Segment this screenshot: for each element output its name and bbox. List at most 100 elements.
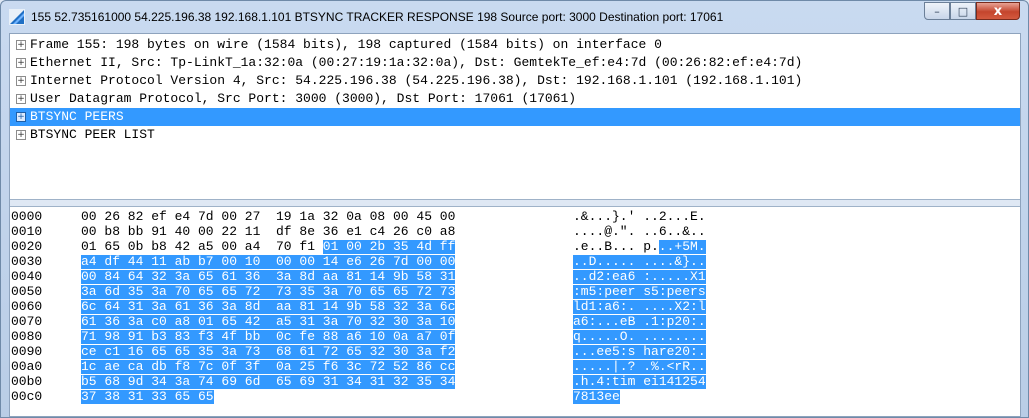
hex-byte[interactable]: 6d <box>244 375 276 389</box>
hex-byte[interactable]: 35 <box>127 285 152 299</box>
hex-byte[interactable]: 8d <box>244 300 276 314</box>
hex-byte[interactable]: f8 <box>174 360 198 374</box>
hex-byte[interactable]: 69 <box>221 375 245 389</box>
hex-byte[interactable]: c0 <box>151 315 175 329</box>
hex-byte[interactable]: 58 <box>369 300 393 314</box>
hex-byte[interactable]: 31 <box>127 300 152 314</box>
hex-byte[interactable]: 00 <box>81 225 97 239</box>
hex-byte[interactable]: 86 <box>416 360 440 374</box>
hex-byte[interactable]: c0 <box>416 225 432 239</box>
hex-byte[interactable]: 3a <box>151 285 175 299</box>
hex-byte[interactable]: 61 <box>81 315 105 329</box>
hex-byte[interactable]: e1 <box>346 225 362 239</box>
hex-byte[interactable]: 68 <box>104 375 128 389</box>
hex-byte[interactable]: 31 <box>299 315 323 329</box>
hex-byte[interactable]: ab <box>174 255 198 269</box>
expand-plus-icon[interactable]: + <box>16 76 26 86</box>
hex-byte[interactable]: b8 <box>151 240 167 254</box>
hex-byte[interactable]: a4 <box>245 240 261 254</box>
hex-byte[interactable]: 40 <box>175 225 191 239</box>
hex-byte[interactable]: 65 <box>393 285 417 299</box>
hex-byte[interactable]: 08 <box>370 210 386 224</box>
hex-byte[interactable]: 34 <box>346 375 370 389</box>
hex-byte[interactable]: 61 <box>299 345 323 359</box>
hex-byte[interactable]: 00 <box>393 210 409 224</box>
hex-byte[interactable]: 68 <box>276 345 300 359</box>
hex-byte[interactable]: 10 <box>369 330 393 344</box>
hex-byte[interactable]: 65 <box>221 285 245 299</box>
hex-byte[interactable]: cc <box>439 360 455 374</box>
hex-byte[interactable]: a8 <box>440 225 456 239</box>
hex-byte[interactable]: 00 <box>276 255 300 269</box>
hex-byte[interactable]: 9b <box>393 270 417 284</box>
hex-byte[interactable]: b3 <box>151 330 175 344</box>
hex-byte[interactable]: a4 <box>81 255 105 269</box>
hex-byte[interactable]: 84 <box>104 270 128 284</box>
hex-byte[interactable]: 65 <box>174 390 198 404</box>
hex-byte[interactable]: 30 <box>393 345 417 359</box>
hex-byte[interactable]: 00 <box>81 270 105 284</box>
tree-item[interactable]: + BTSYNC PEER LIST <box>10 126 1020 144</box>
hex-byte[interactable]: 9d <box>127 375 152 389</box>
hex-byte[interactable]: 27 <box>245 210 261 224</box>
pane-splitter[interactable] <box>10 199 1020 207</box>
hex-byte[interactable]: 3a <box>221 345 245 359</box>
hex-byte[interactable]: 52 <box>393 360 417 374</box>
hex-byte[interactable]: 0a <box>393 330 417 344</box>
hex-byte[interactable]: 30 <box>393 315 417 329</box>
hex-byte[interactable]: 58 <box>416 270 440 284</box>
hex-byte[interactable]: b8 <box>104 225 120 239</box>
hex-byte[interactable]: 26 <box>369 255 393 269</box>
hex-byte[interactable]: 42 <box>244 315 276 329</box>
hex-byte[interactable]: 82 <box>128 210 144 224</box>
hex-byte[interactable]: 26 <box>393 225 409 239</box>
hex-byte[interactable]: 2b <box>369 240 393 254</box>
expand-plus-icon[interactable]: + <box>16 40 26 50</box>
hex-byte[interactable]: ce <box>81 345 105 359</box>
hex-byte[interactable]: aa <box>276 300 300 314</box>
hex-byte[interactable]: 32 <box>151 270 175 284</box>
hex-byte[interactable]: 91 <box>151 225 167 239</box>
expand-plus-icon[interactable]: + <box>16 94 26 104</box>
hex-byte[interactable]: 0c <box>276 330 300 344</box>
hex-byte[interactable]: 70 <box>346 285 370 299</box>
hex-byte[interactable]: 31 <box>439 270 455 284</box>
hex-byte[interactable]: 9b <box>346 300 370 314</box>
hex-byte[interactable]: 36 <box>244 270 276 284</box>
hex-byte[interactable]: 32 <box>369 315 393 329</box>
hex-byte[interactable]: f1 <box>299 240 315 254</box>
packet-details-tree[interactable]: + Frame 155: 198 bytes on wire (1584 bits… <box>10 34 1020 199</box>
hex-byte[interactable]: 65 <box>198 270 222 284</box>
hex-byte[interactable]: 65 <box>104 240 120 254</box>
hex-byte[interactable]: 8e <box>299 225 315 239</box>
hex-byte[interactable]: 3a <box>221 300 245 314</box>
expand-plus-icon[interactable]: + <box>16 112 26 122</box>
hex-byte[interactable]: 35 <box>198 345 222 359</box>
hex-byte[interactable]: 3a <box>174 270 198 284</box>
hex-byte[interactable]: 1c <box>81 360 105 374</box>
hex-byte[interactable]: 37 <box>81 390 105 404</box>
hex-byte[interactable]: b7 <box>198 255 222 269</box>
hex-byte[interactable]: ae <box>104 360 128 374</box>
hex-byte[interactable]: 3a <box>322 315 347 329</box>
hex-byte[interactable]: 31 <box>322 375 347 389</box>
tree-item[interactable]: + Frame 155: 198 bytes on wire (1584 bits… <box>10 36 1020 54</box>
hex-byte[interactable]: 70 <box>174 285 198 299</box>
hex-byte[interactable]: 32 <box>369 345 393 359</box>
hex-byte[interactable]: 61 <box>174 300 198 314</box>
hex-byte[interactable]: ff <box>439 240 455 254</box>
hex-byte[interactable]: 00 <box>221 255 245 269</box>
hex-byte[interactable]: 36 <box>104 315 128 329</box>
hex-byte[interactable]: 25 <box>299 360 323 374</box>
hex-byte[interactable]: 22 <box>221 225 237 239</box>
hex-byte[interactable]: 70 <box>346 315 370 329</box>
hex-byte[interactable]: 72 <box>369 360 393 374</box>
hex-byte[interactable]: 3a <box>416 315 440 329</box>
hex-byte[interactable]: 14 <box>322 300 347 314</box>
hex-byte[interactable]: 4f <box>221 330 245 344</box>
tree-item[interactable]: + BTSYNC PEERS <box>10 108 1020 126</box>
hex-byte[interactable]: 10 <box>439 315 455 329</box>
hex-byte[interactable]: 81 <box>346 270 370 284</box>
hex-byte[interactable]: a6 <box>346 330 370 344</box>
hex-byte[interactable]: 34 <box>439 375 455 389</box>
